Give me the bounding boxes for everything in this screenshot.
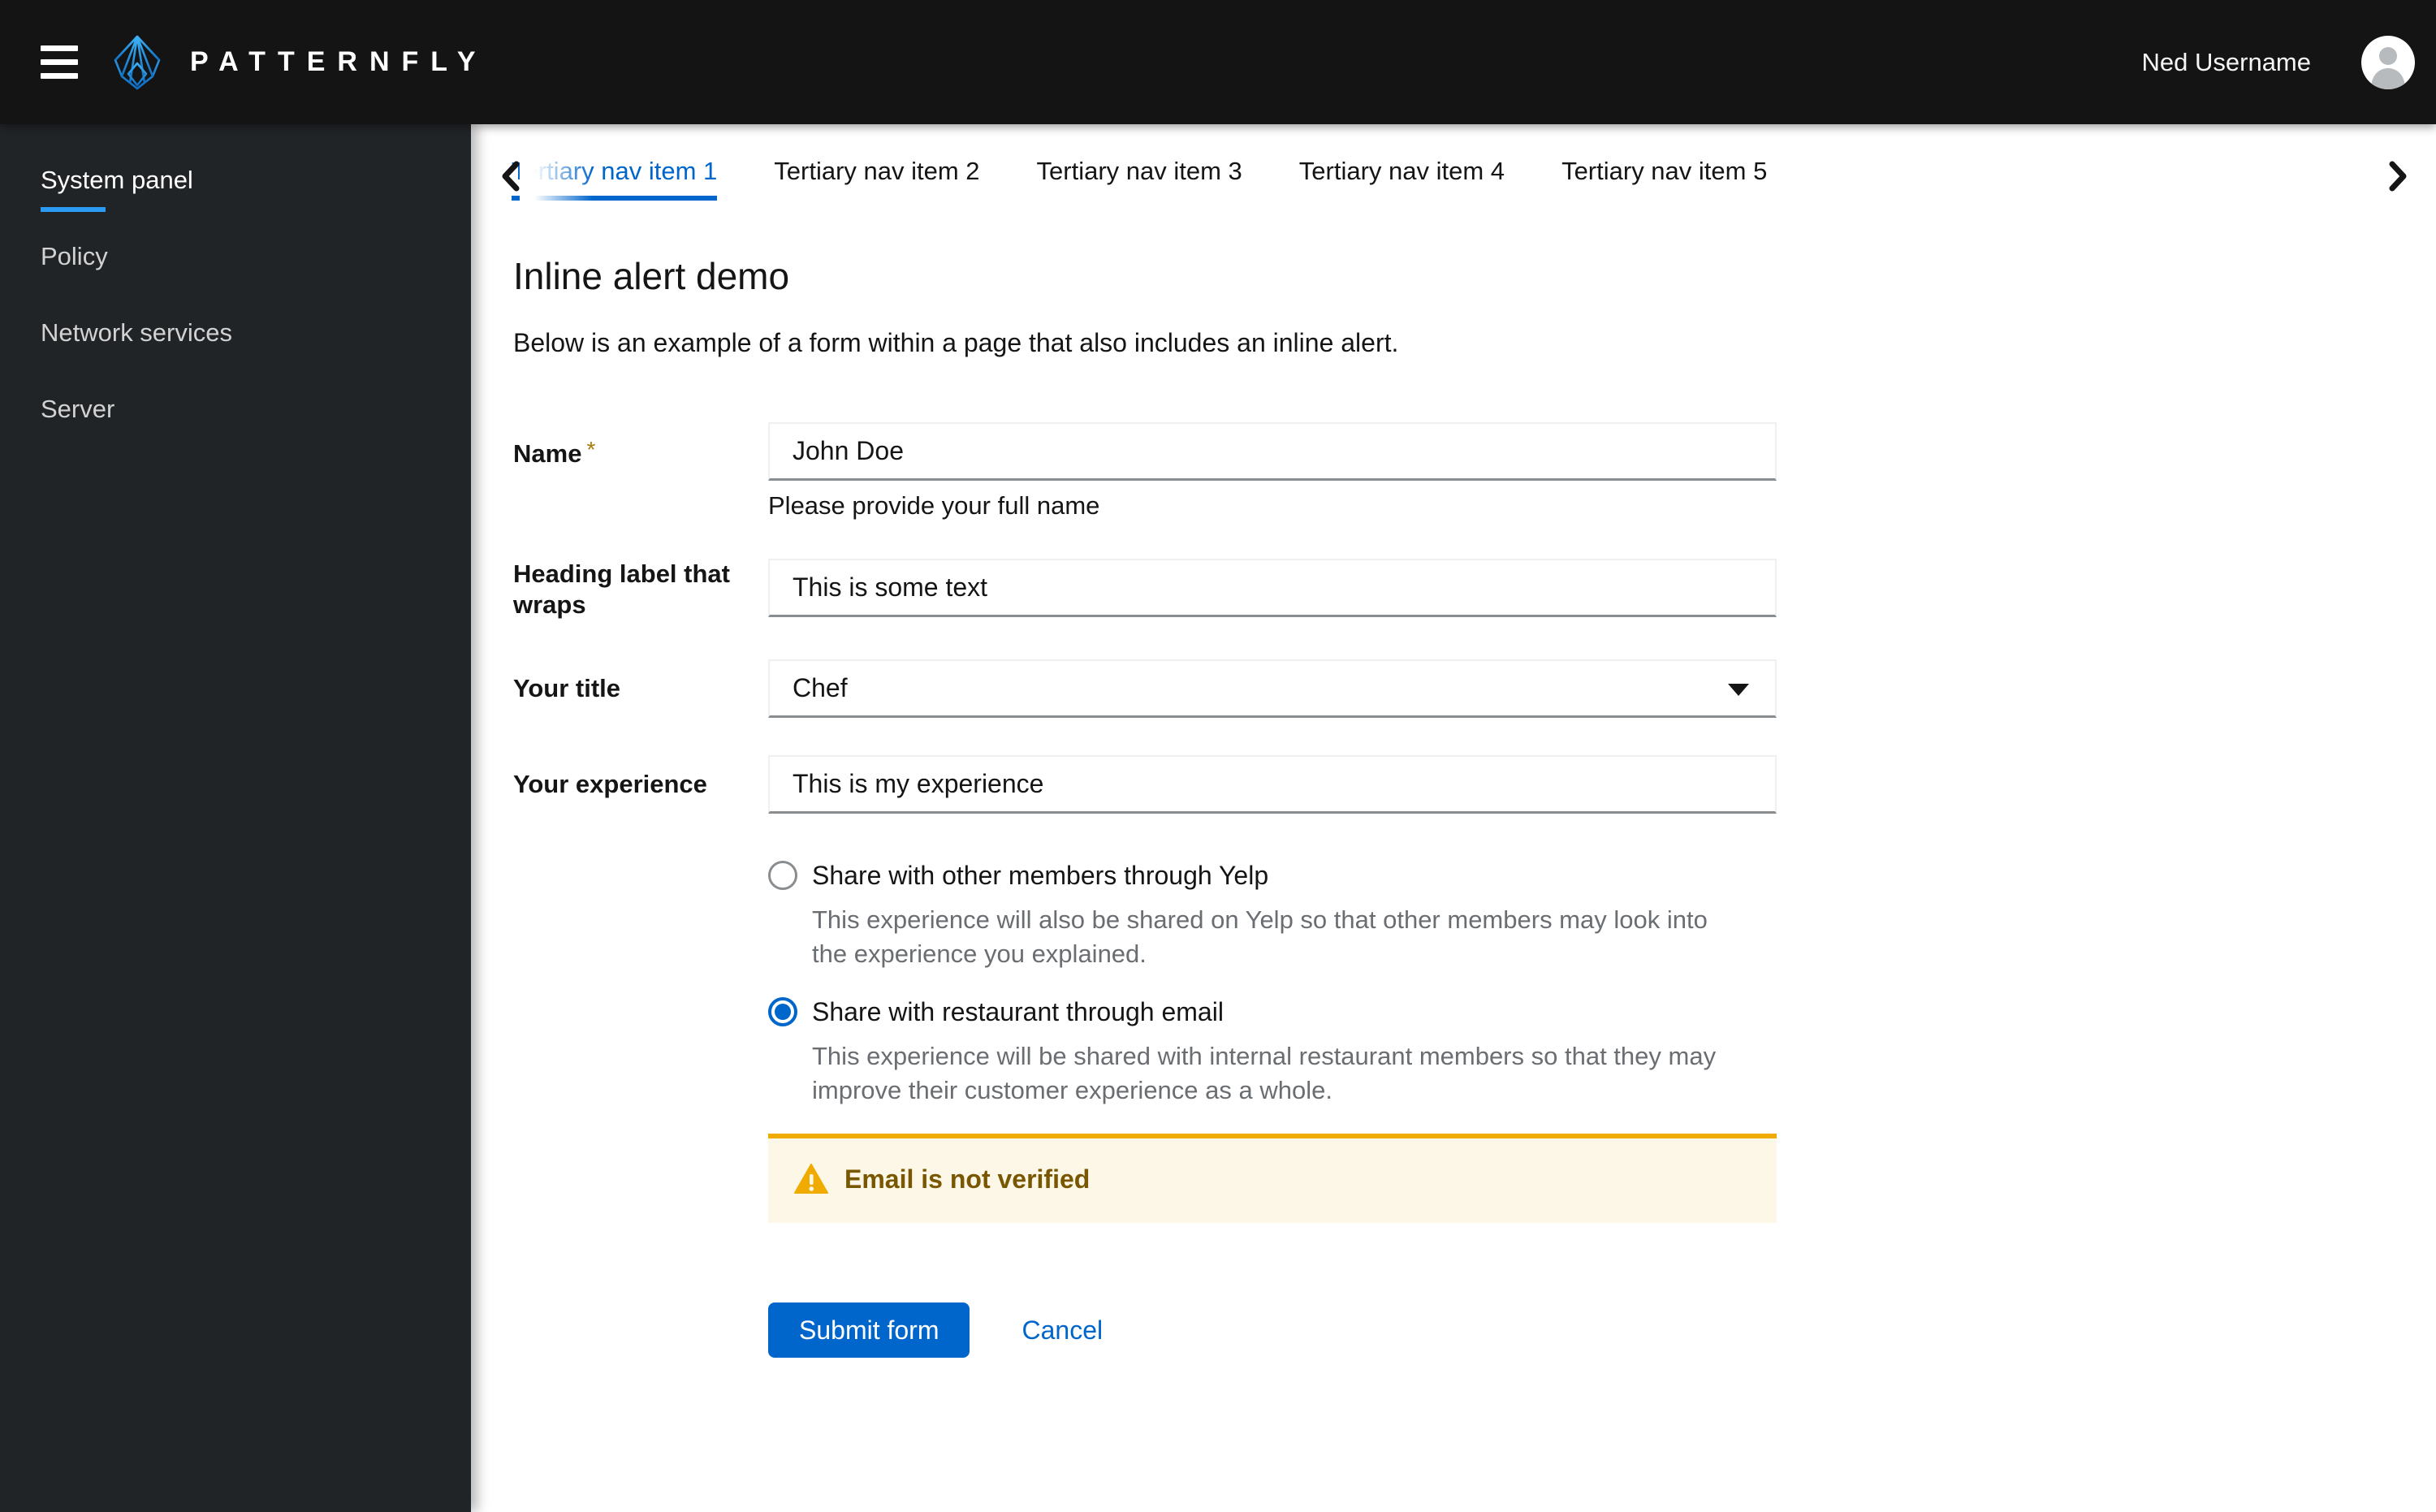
your-title-select[interactable]: Chef	[768, 659, 1777, 718]
tab-tertiary-nav-item-5[interactable]: Tertiary nav item 5	[1561, 156, 1767, 201]
alert-title: Email is not verified	[844, 1164, 1091, 1194]
tabs-scroll-left-chevron-icon[interactable]	[500, 160, 521, 195]
name-input[interactable]	[768, 422, 1777, 481]
required-asterisk: *	[586, 436, 596, 462]
masthead: PATTERNFLY Ned Username	[0, 0, 2436, 124]
form-row-name: Name* Please provide your full name	[513, 422, 1777, 521]
name-helper-text: Please provide your full name	[768, 491, 1100, 520]
warning-inline-alert: Email is not verified	[768, 1134, 1777, 1223]
your-experience-input[interactable]	[768, 755, 1777, 814]
sidebar-item-network-services[interactable]: Network services	[0, 295, 471, 371]
submit-form-button[interactable]: Submit form	[768, 1302, 970, 1358]
page-title: Inline alert demo	[513, 255, 790, 297]
radio-checked-icon[interactable]	[768, 997, 797, 1026]
your-experience-label: Your experience	[513, 770, 707, 798]
inline-alert-demo-form: Name* Please provide your full name Head…	[513, 422, 1777, 1358]
tab-tertiary-nav-item-3[interactable]: Tertiary nav item 3	[1037, 156, 1242, 201]
page-content: Tertiary nav item 1 Tertiary nav item 2 …	[471, 124, 2436, 1512]
page-description: Below is an example of a form within a p…	[513, 328, 1399, 357]
radio-yelp-label: Share with other members through Yelp	[812, 861, 1269, 890]
tertiary-nav-tabs: Tertiary nav item 1 Tertiary nav item 2 …	[471, 124, 2436, 201]
sidebar-item-system-panel[interactable]: System panel	[0, 142, 471, 218]
form-row-heading: Heading label that wraps	[513, 559, 1777, 620]
sidebar-item-server[interactable]: Server	[0, 371, 471, 447]
main-section: Inline alert demo Below is an example of…	[471, 201, 2436, 1358]
heading-input[interactable]	[768, 559, 1777, 617]
user-avatar[interactable]	[2361, 35, 2415, 89]
brand-title: PATTERNFLY	[190, 46, 488, 77]
form-row-alert: Email is not verified	[513, 1108, 1777, 1223]
form-row-actions: Submit form Cancel	[513, 1223, 1777, 1358]
radio-email-label: Share with restaurant through email	[812, 997, 1224, 1026]
person-icon	[2371, 46, 2405, 89]
your-title-label: Your title	[513, 674, 621, 702]
nav-toggle-hamburger-icon[interactable]	[41, 45, 78, 79]
form-row-your-experience: Your experience	[513, 755, 1777, 814]
sidebar-nav: System panel Policy Network services Ser…	[0, 124, 471, 1512]
radio-yelp[interactable]: Share with other members through Yelp	[768, 858, 1777, 893]
tab-tertiary-nav-item-1[interactable]: Tertiary nav item 1	[512, 156, 718, 201]
tabs-scroll-right-chevron-icon[interactable]	[2387, 160, 2408, 195]
radio-email[interactable]: Share with restaurant through email	[768, 994, 1777, 1030]
patternfly-logo-icon	[114, 35, 161, 89]
radio-yelp-description: This experience will also be shared on Y…	[812, 905, 1708, 968]
tab-tertiary-nav-item-4[interactable]: Tertiary nav item 4	[1299, 156, 1505, 201]
form-row-share-options: Share with other members through Yelp Th…	[513, 858, 1777, 1108]
cancel-link[interactable]: Cancel	[1021, 1315, 1103, 1346]
warning-triangle-icon	[794, 1164, 828, 1194]
caret-down-icon	[1728, 683, 1749, 696]
radio-option-yelp: Share with other members through Yelp Th…	[768, 858, 1777, 971]
radio-unchecked-icon[interactable]	[768, 861, 797, 890]
tab-tertiary-nav-item-2[interactable]: Tertiary nav item 2	[774, 156, 979, 201]
form-row-your-title: Your title Chef	[513, 659, 1777, 718]
your-title-selected-value: Chef	[793, 673, 848, 702]
radio-email-description: This experience will be shared with inte…	[812, 1042, 1717, 1104]
name-label: Name *	[513, 436, 596, 468]
user-name[interactable]: Ned Username	[2142, 48, 2311, 77]
sidebar-item-policy[interactable]: Policy	[0, 218, 471, 295]
radio-option-email: Share with restaurant through email This…	[768, 994, 1777, 1108]
heading-label: Heading label that wraps	[513, 559, 730, 619]
